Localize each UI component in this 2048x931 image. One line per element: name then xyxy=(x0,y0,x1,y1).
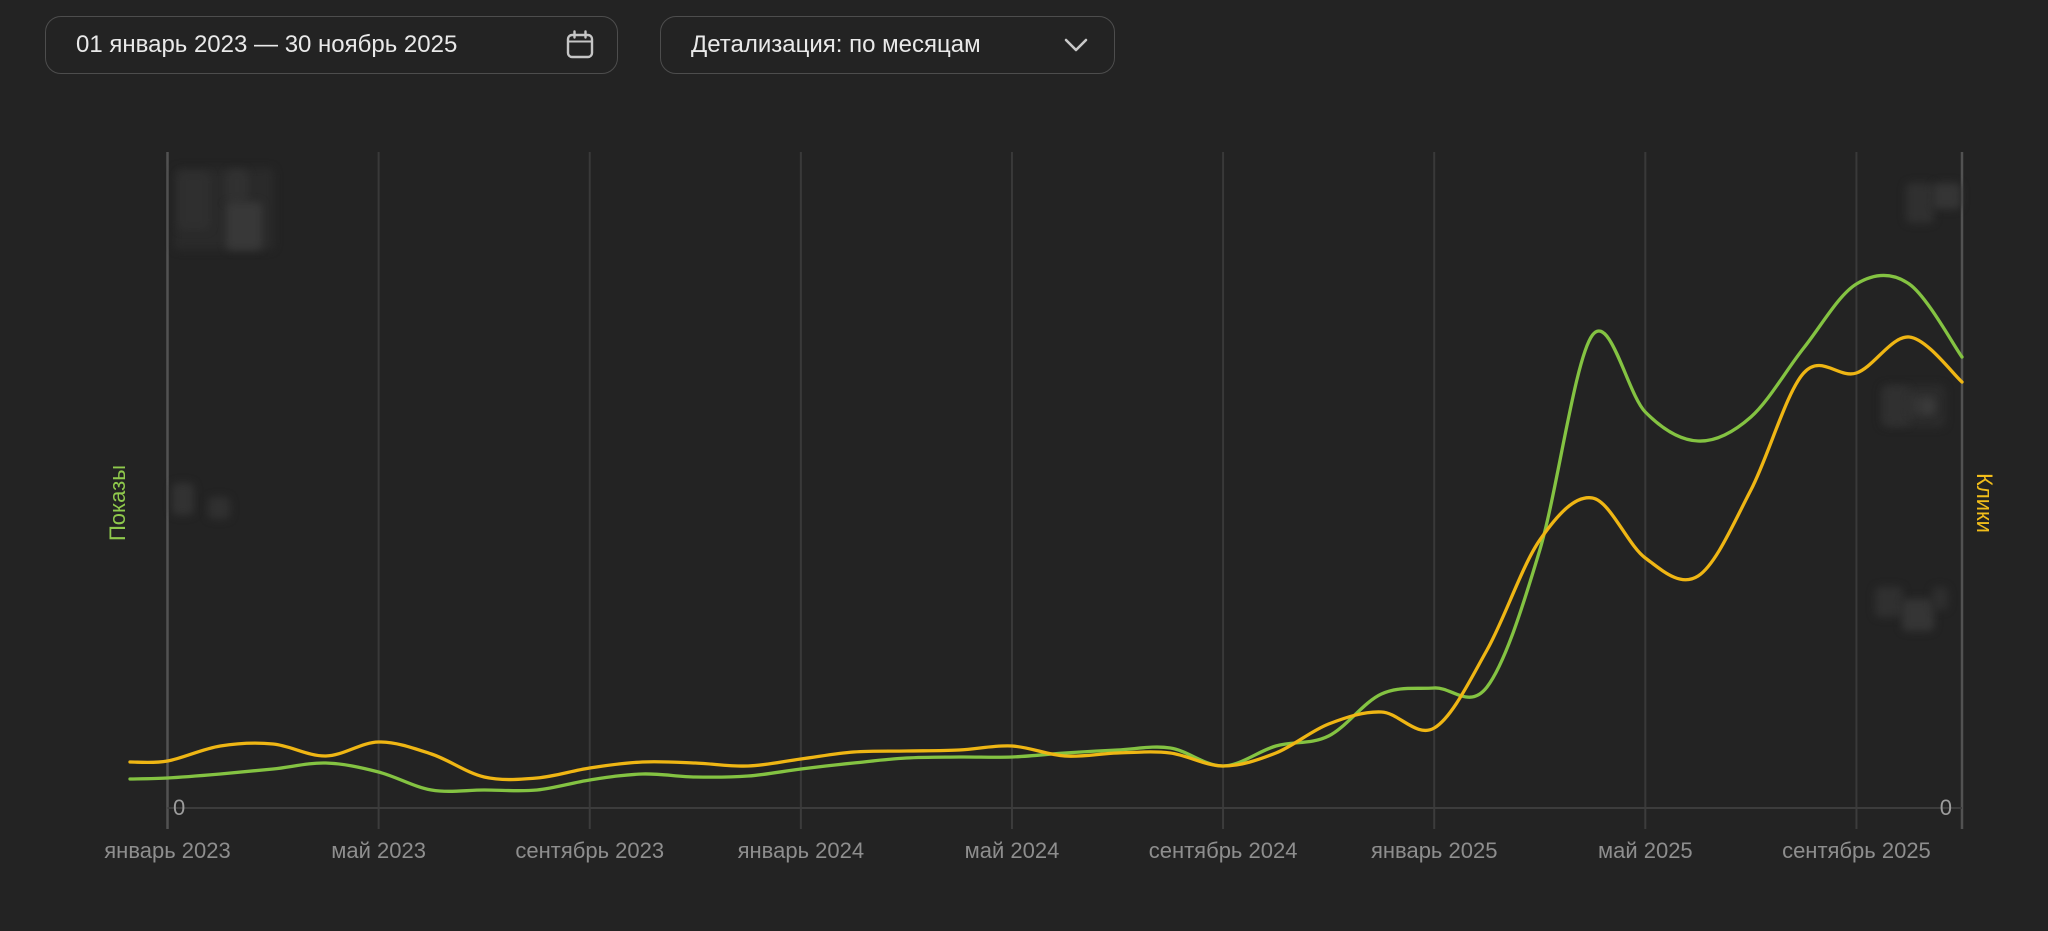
x-tick-label: сентябрь 2025 xyxy=(1782,838,1931,863)
date-range-label: 01 январь 2023 — 30 ноябрь 2025 xyxy=(76,31,457,59)
left-axis-zero-label: 0 xyxy=(173,795,185,820)
traffic-chart[interactable]: январь 2023 май 2023 сентябрь 2023 январь 2… xyxy=(0,0,2048,926)
x-tick-label: сентябрь 2024 xyxy=(1149,838,1298,863)
x-tick-label: май 2025 xyxy=(1598,838,1693,863)
right-axis-zero-label: 0 xyxy=(1940,795,1952,820)
granularity-dropdown[interactable]: Детализация: по месяцам xyxy=(660,16,1115,74)
left-axis-title: Показы xyxy=(105,465,130,541)
x-tick-label: январь 2023 xyxy=(104,838,231,863)
series-line-Клики xyxy=(130,337,1962,780)
x-tick-label: январь 2024 xyxy=(738,838,865,863)
toolbar: 01 январь 2023 — 30 ноябрь 2025 Детализа… xyxy=(0,0,2048,100)
x-tick-label: май 2024 xyxy=(965,838,1060,863)
granularity-label: Детализация: по месяцам xyxy=(691,31,981,59)
series-line-Показы xyxy=(130,275,1962,791)
chart-canvas[interactable]: январь 2023 май 2023 сентябрь 2023 январь 2… xyxy=(0,0,2048,926)
x-tick-label: сентябрь 2023 xyxy=(515,838,664,863)
chevron-down-icon xyxy=(1064,38,1088,52)
x-tick-label: январь 2025 xyxy=(1371,838,1498,863)
calendar-icon xyxy=(565,29,595,61)
right-axis-title: Клики xyxy=(1972,473,1997,533)
date-range-button[interactable]: 01 январь 2023 — 30 ноябрь 2025 xyxy=(45,16,618,74)
x-tick-label: май 2023 xyxy=(331,838,426,863)
